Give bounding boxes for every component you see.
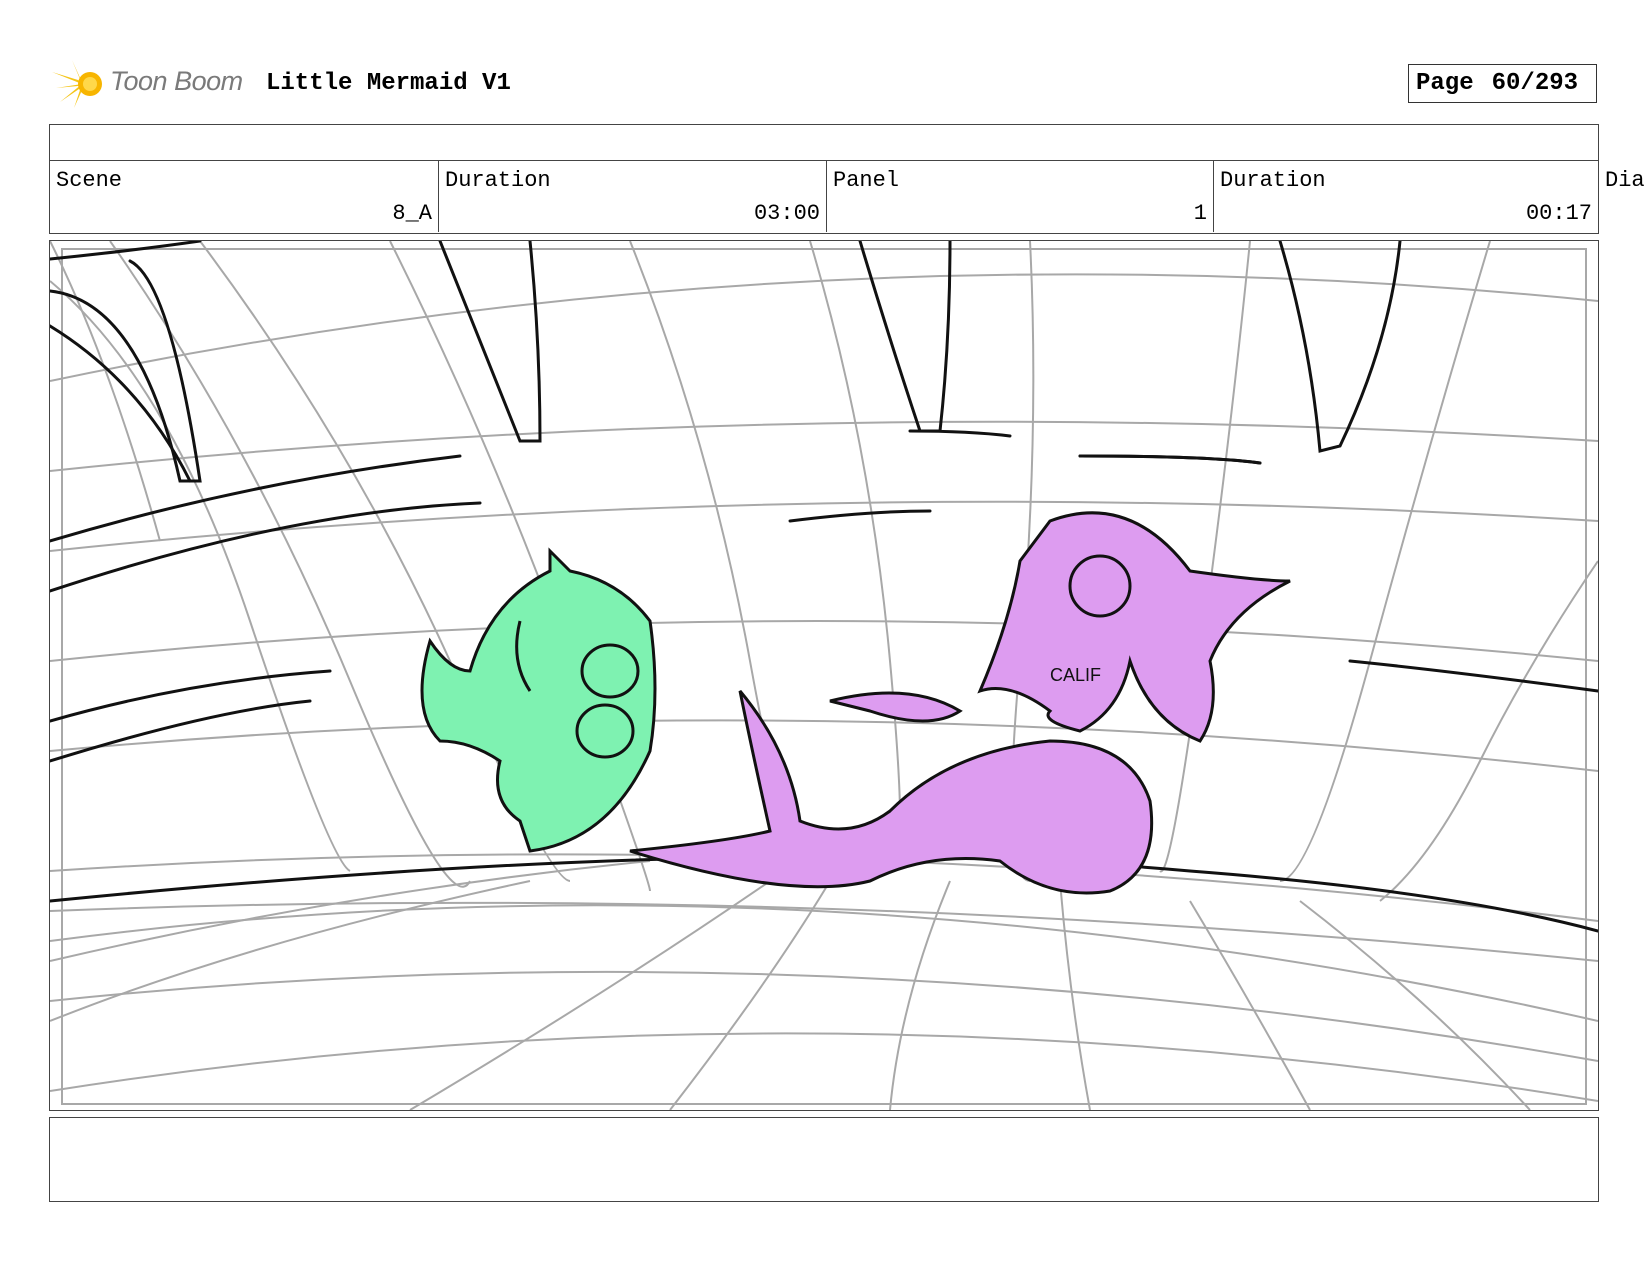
scene-duration-label: Duration	[445, 168, 551, 193]
dialogue-label: Dia	[1605, 168, 1645, 193]
scene-info-row: Scene 8_A Duration 03:00 Panel 1 Duratio…	[49, 160, 1599, 234]
mermaid-face	[1068, 554, 1132, 618]
starburst-logo-icon	[52, 60, 102, 108]
shirt-text: CALIF	[1050, 665, 1101, 685]
panel-sketch: CALIF	[50, 241, 1598, 1110]
fish-character	[420, 547, 657, 853]
panel-label: Panel	[833, 168, 900, 193]
storyboard-panel: CALIF	[49, 240, 1599, 1111]
panel-duration-value: 00:17	[1525, 201, 1592, 226]
panel-duration-cell: Duration 00:17	[1213, 160, 1598, 232]
panel-value: 1	[1193, 201, 1207, 226]
mermaid-hair-body	[977, 511, 1291, 743]
panel-cell: Panel 1	[826, 160, 1213, 232]
scene-value: 8_A	[392, 201, 432, 226]
page-indicator: Page 60/293	[1408, 64, 1597, 103]
panel-duration-label: Duration	[1220, 168, 1326, 193]
project-title: Little Mermaid V1	[266, 70, 511, 97]
dialogue-notes-box	[49, 1117, 1599, 1202]
fish-body	[420, 547, 657, 853]
header-strip	[49, 124, 1599, 161]
scene-cell: Scene 8_A	[50, 160, 438, 232]
brand-name: Toon Boom	[110, 66, 243, 96]
scene-label: Scene	[56, 168, 123, 193]
mermaid-arm	[829, 691, 963, 723]
mermaid-character: CALIF	[629, 511, 1291, 895]
page-label: Page	[1416, 70, 1474, 97]
scene-duration-cell: Duration 03:00	[438, 160, 826, 232]
page-number: 60/293	[1491, 70, 1579, 97]
scene-duration-value: 03:00	[753, 201, 820, 226]
